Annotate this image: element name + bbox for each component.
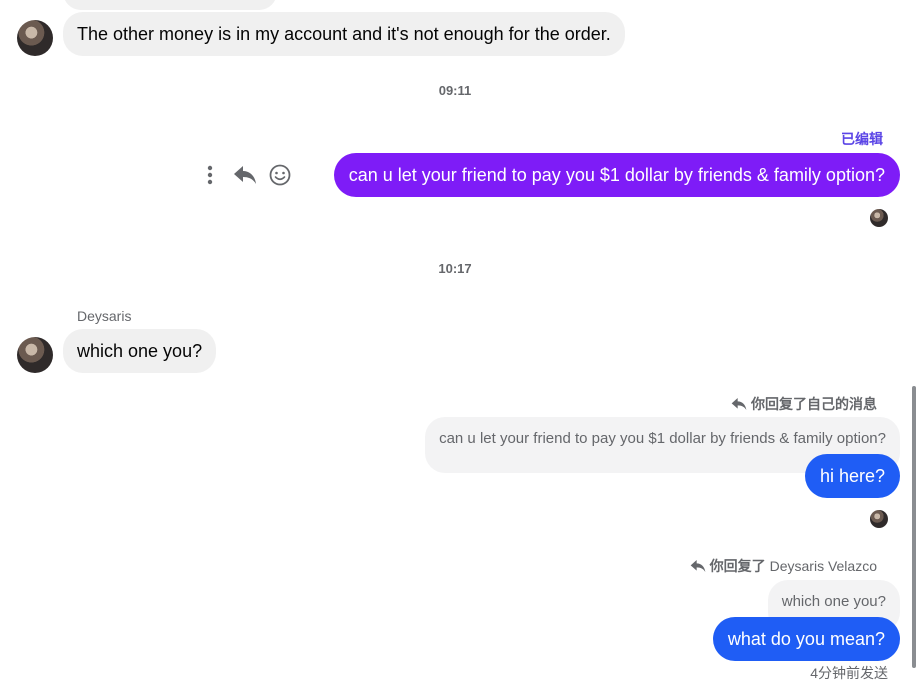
incoming-message-bubble[interactable]: which one you? [63, 329, 217, 373]
read-receipt-avatar [870, 510, 888, 528]
reply-context-text: 你回复了 [709, 558, 766, 574]
react-smiley-icon[interactable] [268, 162, 292, 188]
reply-target-name: Deysaris Velazco [769, 558, 877, 574]
sender-name: Deysaris [77, 308, 132, 324]
more-options-icon[interactable] [200, 163, 220, 187]
reply-arrow-icon [731, 397, 747, 411]
timestamp-divider: 09:11 [438, 83, 472, 98]
incoming-message-bubble[interactable]: The other money is in my account and it'… [63, 12, 625, 56]
reply-context-label: 你回复了自己的消息 [731, 394, 877, 414]
contact-avatar[interactable] [17, 20, 53, 56]
reply-context-label: 你回复了 Deysaris Velazco [690, 556, 877, 576]
outgoing-message-bubble[interactable]: hi here? [804, 454, 900, 498]
reply-icon[interactable] [232, 163, 258, 187]
edited-label: 已编辑 [841, 131, 883, 147]
read-receipt-avatar [870, 209, 888, 227]
reply-context-text: 你回复了自己的消息 [751, 396, 877, 412]
reply-arrow-icon [690, 559, 706, 573]
outgoing-message-bubble[interactable]: can u let your friend to pay you $1 doll… [333, 153, 900, 197]
scrollbar-thumb[interactable] [912, 386, 916, 668]
previous-message-bubble-edge [63, 0, 277, 10]
contact-avatar[interactable] [17, 337, 53, 373]
timestamp-divider: 10:17 [438, 261, 472, 276]
outgoing-message-bubble[interactable]: what do you mean? [712, 617, 900, 661]
sent-status: 4分钟前发送 [810, 665, 888, 681]
